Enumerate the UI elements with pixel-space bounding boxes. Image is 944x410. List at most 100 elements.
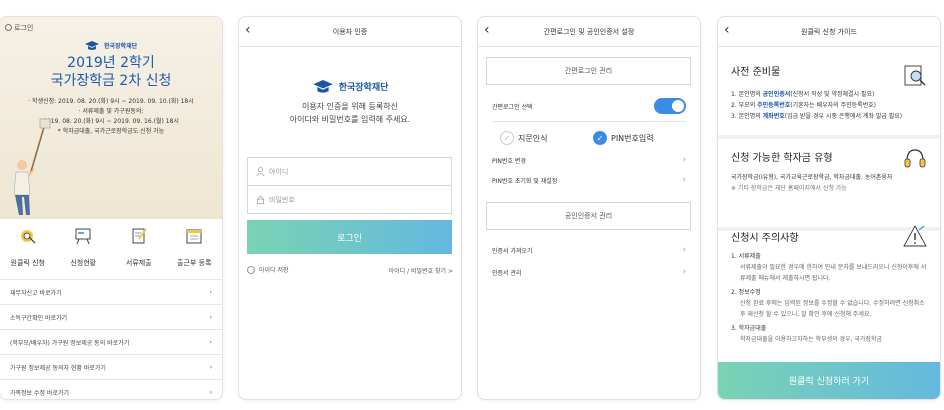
list-item[interactable]: 소득구간확인 바로가기 › — [0, 304, 222, 329]
list-item[interactable]: 재무자신고 바로가기 › — [0, 279, 222, 304]
simple-login-select-row: 간편로그인 선택 — [492, 98, 686, 114]
board-icon — [75, 228, 91, 245]
types-text: 국가장학금(Ⅰ유형), 국가교육근로장학금, 학자금대출, 농어촌융자 — [731, 174, 893, 181]
page-title: 간편로그인 및 공인인증서 설정 — [543, 28, 635, 36]
list-item[interactable]: 가구원 정보제공 동의자 현황 바로가기 › — [0, 354, 222, 379]
caution-heading: 3. 학자금대출 — [731, 325, 767, 332]
user-icon — [256, 167, 265, 176]
section-title-preparation: 사전 준비물 — [731, 67, 781, 78]
oneclick-icon — [20, 230, 36, 244]
shortcut-list: 재무자신고 바로가기 › 소득구간확인 바로가기 › (학부모/배우자) 가구원 정… — [0, 279, 222, 399]
types-note: ※ 기타 장학금은 재단 홈페이지에서 신청 가능 — [731, 185, 847, 192]
check-circle-icon: ✓ — [500, 131, 514, 145]
login-link[interactable]: 로그인 — [5, 23, 33, 33]
kosaf-logo: 한국장학재단 — [239, 76, 461, 95]
headset-icon — [904, 149, 926, 168]
check-circle-icon: ✓ — [593, 131, 607, 145]
cert-manage-label: 인증서 관리 — [492, 269, 522, 277]
password-field[interactable]: 비밀번호 — [247, 185, 452, 214]
chevron-right-icon: › — [682, 155, 686, 165]
chevron-right-icon: › — [682, 175, 686, 185]
caution-body: 학자금대출을 이용하고자하는 학부생의 경우, 국가장학금 — [740, 336, 883, 343]
item-text: 부모의 — [738, 102, 758, 109]
chevron-right-icon: › — [682, 245, 686, 255]
list-item-label: 소득구간확인 바로가기 — [10, 314, 68, 322]
cert-manage-row[interactable]: 인증서 관리 › — [492, 267, 686, 277]
screen-user-auth: ‹ 이용자 인증 한국장학재단 이용자 인증을 위해 등록하신 아이디와 비밀번… — [239, 17, 461, 399]
list-item-label: 재무자신고 바로가기 — [10, 289, 62, 297]
pin-change-row[interactable]: PIN번호 변경 › — [492, 155, 686, 165]
quick-menu: 원클릭 신청 신청현황 서류제출 출근부 등록 — [0, 219, 222, 273]
info-line: · 학생신청: 2019. 08. 20.(화) 9시 ~ 2019. 09. … — [28, 98, 194, 105]
list-item[interactable]: 가족정보 수정 바로가기 › — [0, 379, 222, 399]
item-note: (기혼자는 배우자의 주민등록번호) — [790, 102, 877, 109]
pin-reset-row[interactable]: PIN번호 초기화 및 재설정 › — [492, 175, 686, 185]
list-item[interactable]: (학부모/배우자) 가구원 정보제공 동의 바로가기 › — [0, 329, 222, 354]
screen-oneclick-guide: ‹ 원클릭 신청 가이드 사전 준비물 1. 본인명의 공인인증서(신청서 작성… — [718, 17, 940, 399]
info-line: · 서류제출 및 가구원동의: — [78, 108, 144, 115]
chevron-right-icon: › — [682, 267, 686, 277]
chevron-right-icon: › — [209, 313, 212, 321]
painter-illustration — [13, 118, 51, 215]
logo-text: 한국장학재단 — [338, 83, 389, 93]
list-item: 3. 본인명의 계좌번호(입금 받을 경우 시중 은행에서 계좌 발급 필요) — [731, 111, 927, 122]
header: ‹ 간편로그인 및 공인인증서 설정 — [478, 17, 700, 47]
option-fingerprint[interactable]: ✓ 지문인식 — [500, 131, 547, 145]
page-title: 원클릭 신청 가이드 — [801, 28, 857, 36]
simple-login-select-label: 간편로그인 선택 — [492, 103, 533, 111]
id-placeholder: 아이디 — [269, 167, 289, 176]
kosaf-logo-icon — [84, 40, 99, 50]
simple-login-section-header: 간편로그인 관리 — [486, 57, 691, 85]
option-pin[interactable]: ✓ PIN번호입력 — [593, 131, 654, 145]
item-text: 본인명의 — [738, 113, 763, 120]
certificate-section-header: 공인인증서 관리 — [486, 202, 691, 230]
login-link-label: 로그인 — [14, 24, 34, 32]
option-label: PIN번호입력 — [611, 133, 654, 143]
screen-login-settings: ‹ 간편로그인 및 공인인증서 설정 간편로그인 관리 간편로그인 선택 ✓ 지문… — [478, 17, 700, 399]
id-field[interactable]: 아이디 — [247, 157, 452, 186]
desc-line: 이용자 인증을 위해 등록하신 — [302, 102, 398, 111]
cautions-list: 1. 서류제출 서류제출이 필요한 경우에 한하여 안내 문자를 보내드리오니 … — [731, 251, 927, 345]
oneclick-apply-button[interactable]: 원클릭 신청하러 가기 — [718, 362, 940, 399]
list-item: 2. 부모의 주민등록번호(기혼자는 배우자의 주민등록번호) — [731, 100, 927, 111]
item-emphasis: 계좌번호 — [762, 113, 785, 120]
simple-login-toggle[interactable] — [654, 98, 686, 114]
radio-icon — [247, 265, 255, 274]
save-id-option[interactable]: 아이디 저장 — [247, 265, 289, 274]
screen-home: 로그인 한국장학재단 2019년 2학기 국가장학금 2차 신청 · 학생신청:… — [0, 17, 222, 399]
section-title-scholarship-types: 신청 가능한 학자금 유형 — [731, 153, 833, 164]
option-label: 지문인식 — [518, 133, 548, 143]
auth-description: 이용자 인증을 위해 등록하신 아이디와 비밀번호를 입력해 주세요. — [239, 100, 461, 126]
menu-attendance-register[interactable]: 출근부 등록 — [167, 219, 223, 273]
item-emphasis: 주민등록번호 — [757, 102, 791, 109]
chevron-right-icon: › — [209, 288, 212, 296]
desc-line: 아이디와 비밀번호를 입력해 주세요. — [289, 115, 411, 124]
menu-document-submit[interactable]: 서류제출 — [111, 219, 167, 273]
warning-icon — [903, 225, 927, 247]
menu-application-status[interactable]: 신청현황 — [56, 219, 112, 273]
chevron-right-icon: › — [209, 388, 212, 396]
divider — [492, 121, 686, 122]
banner-title-year: 2019년 2학기 — [67, 55, 155, 71]
banner-title: 국가장학금 2차 신청 — [50, 73, 172, 89]
menu-label: 원클릭 신청 — [10, 259, 45, 267]
chevron-right-icon: › — [209, 338, 212, 346]
cert-import-row[interactable]: 인증서 가져오기 › — [492, 245, 686, 255]
logo-text: 한국장학재단 — [103, 43, 138, 50]
document-pen-icon — [132, 228, 147, 244]
section-title-cautions: 신청시 주의사항 — [731, 233, 799, 244]
kosaf-logo-icon — [312, 79, 333, 93]
menu-oneclick-apply[interactable]: 원클릭 신청 — [0, 219, 56, 273]
caution-body: 서류제출이 필요한 경우에 한하여 안내 문자를 보내드리오니 신청이후에 서류… — [740, 264, 927, 282]
pin-change-label: PIN번호 변경 — [492, 157, 526, 165]
login-button[interactable]: 로그인 — [247, 220, 452, 254]
caution-heading: 2. 정보수정 — [731, 289, 761, 296]
find-id-password-link[interactable]: 아이디 / 비밀번호 찾기 > — [389, 266, 453, 275]
item-text: 본인명의 — [738, 91, 763, 98]
lock-icon — [256, 195, 265, 204]
calendar-icon — [186, 229, 202, 244]
menu-label: 출근부 등록 — [177, 259, 212, 267]
caution-body: 신청 완료 후에는 입력된 정보를 수정할 수 없습니다. 수정하려면 신청취소… — [740, 300, 925, 318]
save-id-label: 아이디 저장 — [259, 267, 289, 274]
item-number: 1. — [731, 91, 737, 98]
